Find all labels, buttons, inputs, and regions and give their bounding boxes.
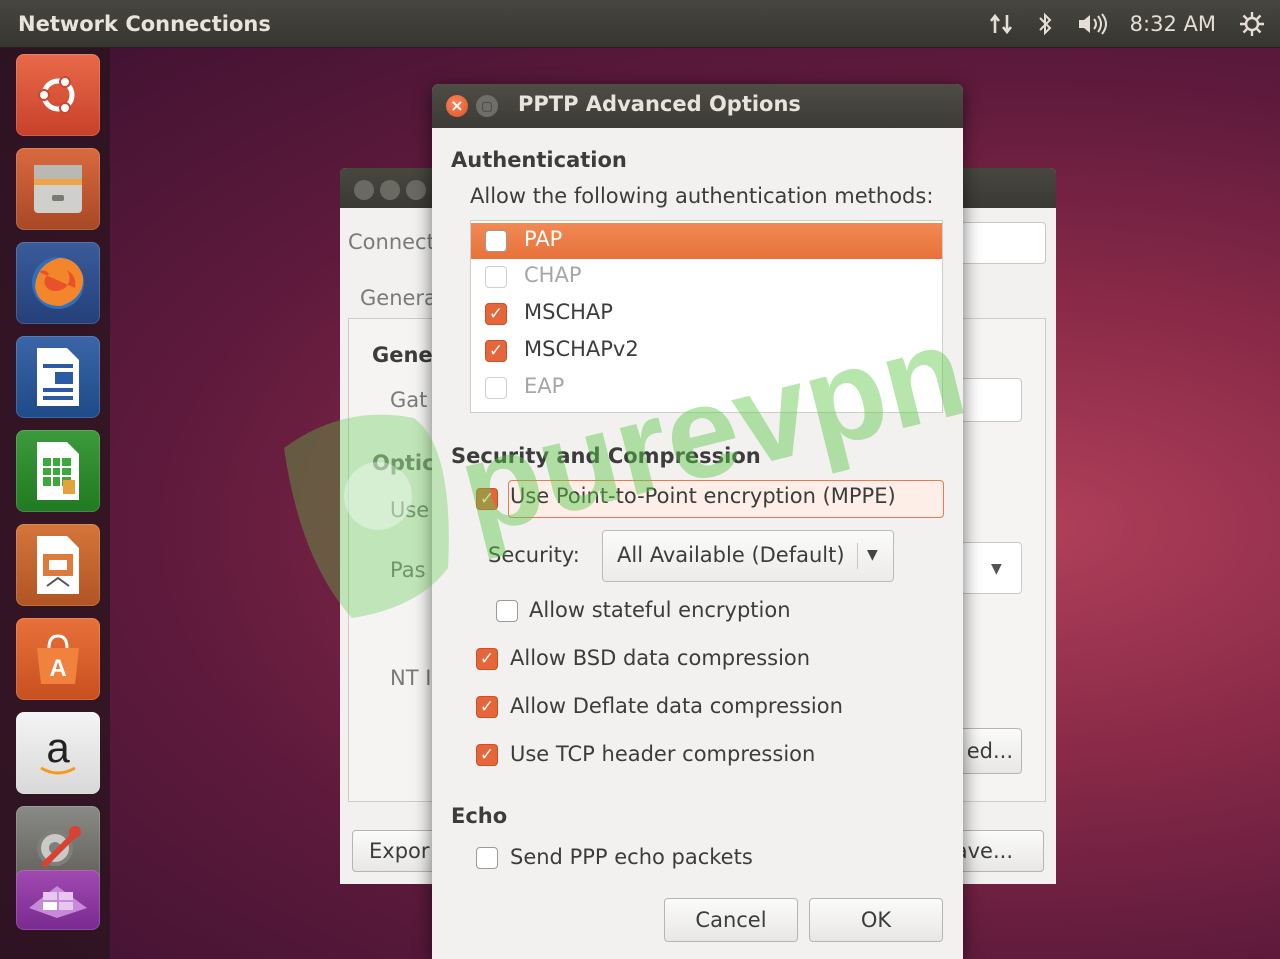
bluetooth-icon[interactable] [1036, 11, 1054, 37]
bg-general-heading: Gene [372, 343, 433, 367]
security-label: Security: [488, 543, 580, 567]
auth-method-mschap[interactable]: ✓ MSCHAP [471, 296, 942, 332]
bg-general-tab[interactable]: Genera [360, 286, 437, 310]
mschapv2-checkbox[interactable]: ✓ [485, 340, 507, 362]
bg-gateway-field[interactable] [960, 378, 1022, 422]
auth-method-mschapv2[interactable]: ✓ MSCHAPv2 [471, 333, 942, 369]
bg-maximize-icon [406, 180, 426, 200]
workspace-switcher-icon[interactable] [16, 870, 100, 930]
amazon-icon[interactable]: a [16, 712, 100, 794]
security-value: All Available (Default) [617, 543, 845, 567]
network-transfer-icon[interactable] [988, 11, 1014, 37]
pptp-advanced-dialog: × ▢ PPTP Advanced Options Authentication… [432, 84, 963, 959]
pap-checkbox[interactable] [485, 230, 507, 252]
chevron-down-icon: ▼ [991, 561, 1002, 577]
bg-minimize-icon [380, 180, 400, 200]
tcp-header-label[interactable]: Use TCP header compression [510, 742, 815, 766]
svg-text:A: A [49, 655, 66, 682]
mschap-label: MSCHAP [524, 300, 613, 324]
impress-icon[interactable] [16, 524, 100, 606]
bg-optional-heading: Optic [372, 451, 435, 475]
ok-button[interactable]: OK [809, 898, 943, 942]
mppe-label[interactable]: Use Point-to-Point encryption (MPPE) [510, 484, 896, 508]
auth-description: Allow the following authentication metho… [470, 184, 934, 208]
bg-password-combo[interactable]: ▼ [960, 542, 1022, 594]
stateful-label[interactable]: Allow stateful encryption [529, 598, 791, 622]
pap-label: PAP [524, 227, 563, 251]
authentication-heading: Authentication [451, 148, 627, 172]
bg-connection-name-label: Connect [348, 230, 435, 254]
close-icon[interactable]: × [446, 95, 468, 117]
cancel-button[interactable]: Cancel [664, 898, 798, 942]
chevron-down-icon: ▼ [867, 547, 878, 563]
deflate-checkbox[interactable]: ✓ [476, 696, 498, 718]
mppe-checkbox[interactable]: ✓ [476, 488, 498, 510]
chap-checkbox[interactable] [485, 266, 507, 288]
panel-app-title: Network Connections [18, 11, 271, 36]
mschap-checkbox[interactable]: ✓ [485, 303, 507, 325]
auth-method-chap[interactable]: CHAP [471, 259, 942, 295]
bg-gateway-label: Gat [390, 388, 428, 412]
eap-label: EAP [524, 374, 565, 398]
mschapv2-label: MSCHAPv2 [524, 337, 639, 361]
clock[interactable]: 8:32 AM [1130, 12, 1216, 36]
bg-password-label: Pas [390, 558, 426, 582]
stateful-checkbox[interactable] [496, 600, 518, 622]
auth-method-pap[interactable]: PAP [471, 223, 942, 259]
dialog-titlebar: × ▢ PPTP Advanced Options [432, 84, 963, 128]
security-combo[interactable]: All Available (Default) ▼ [602, 530, 894, 582]
echo-heading: Echo [451, 804, 508, 828]
dialog-title: PPTP Advanced Options [518, 92, 801, 116]
indicator-area: 8:32 AM [988, 0, 1266, 48]
eap-checkbox[interactable] [485, 377, 507, 399]
files-icon[interactable] [16, 148, 100, 230]
power-gear-icon[interactable] [1238, 10, 1266, 38]
bsd-label[interactable]: Allow BSD data compression [510, 646, 810, 670]
writer-icon[interactable] [16, 336, 100, 418]
amazon-glyph: a [46, 726, 70, 771]
volume-icon[interactable] [1076, 11, 1108, 37]
maximize-icon[interactable]: ▢ [476, 95, 498, 117]
bg-advanced-button[interactable]: ed... [960, 728, 1022, 774]
deflate-label[interactable]: Allow Deflate data compression [510, 694, 843, 718]
ubuntu-dash-icon[interactable] [16, 54, 100, 136]
security-compression-heading: Security and Compression [451, 444, 761, 468]
tcp-header-checkbox[interactable]: ✓ [476, 744, 498, 766]
echo-label[interactable]: Send PPP echo packets [510, 845, 753, 869]
launcher: A a [0, 48, 110, 959]
calc-icon[interactable] [16, 430, 100, 512]
chap-label: CHAP [524, 263, 582, 287]
bg-user-label: Use [390, 498, 430, 522]
combo-separator [857, 543, 858, 569]
top-panel: Network Connections 8:32 AM [0, 0, 1280, 48]
firefox-icon[interactable] [16, 242, 100, 324]
bg-ntdomain-label: NT I [390, 666, 432, 690]
echo-checkbox[interactable] [476, 847, 498, 869]
auth-method-eap[interactable]: EAP [471, 370, 942, 406]
software-center-icon[interactable]: A [16, 618, 100, 700]
bg-close-icon [354, 180, 374, 200]
auth-methods-list: PAP CHAP ✓ MSCHAP ✓ MSCHAPv2 EAP [470, 220, 943, 413]
bsd-checkbox[interactable]: ✓ [476, 648, 498, 670]
